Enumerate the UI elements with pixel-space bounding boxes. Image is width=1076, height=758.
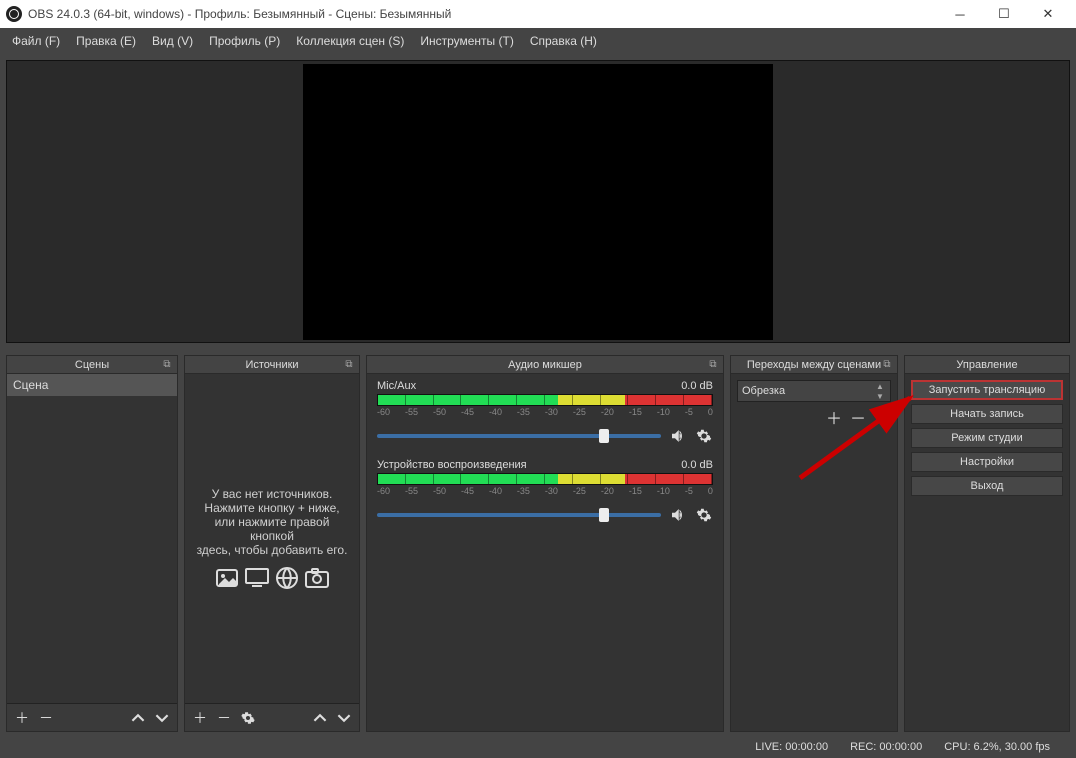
preview-area: [0, 54, 1076, 349]
scenes-popout-icon[interactable]: ⧉: [161, 359, 173, 371]
mixer-ch2-mute-button[interactable]: [669, 506, 687, 524]
sources-empty-line2: Нажмите кнопку + ниже,: [204, 501, 339, 515]
menu-edit[interactable]: Правка (E): [68, 30, 144, 52]
controls-dock: Управление Запустить трансляцию Начать з…: [904, 355, 1070, 732]
transitions-dock-header[interactable]: Переходы между сценами ⧉: [731, 356, 897, 374]
start-streaming-button[interactable]: Запустить трансляцию: [911, 380, 1063, 400]
mixer-dock-title: Аудио микшер: [508, 359, 582, 371]
mixer-ch1-meter: [377, 394, 713, 406]
sources-empty-line3: или нажмите правой кнопкой: [193, 515, 351, 543]
menu-help[interactable]: Справка (H): [522, 30, 605, 52]
status-live: LIVE: 00:00:00: [755, 741, 828, 753]
window-maximize-button[interactable]: ☐: [982, 0, 1026, 28]
sources-dock-body: У вас нет источников. Нажмите кнопку + н…: [185, 374, 359, 731]
controls-dock-header[interactable]: Управление: [905, 356, 1069, 374]
mixer-ch1-scale: -60-55-50-45-40-35-30-25-20-15-10-50: [377, 407, 713, 417]
source-add-button[interactable]: ＋: [191, 709, 209, 727]
sources-toolbar: ＋ －: [185, 703, 359, 731]
mixer-ch2-meter: [377, 473, 713, 485]
settings-button[interactable]: Настройки: [911, 452, 1063, 472]
transition-remove-button[interactable]: －: [849, 408, 867, 426]
source-up-button[interactable]: [311, 709, 329, 727]
window-minimize-button[interactable]: ─: [938, 0, 982, 28]
source-remove-button[interactable]: －: [215, 709, 233, 727]
transitions-toolbar: ＋ －: [737, 408, 891, 426]
transitions-popout-icon[interactable]: ⧉: [881, 359, 893, 371]
mixer-ch1-controls: [377, 427, 713, 445]
sources-dock: Источники ⧉ У вас нет источников. Нажмит…: [184, 355, 360, 732]
sources-empty-state[interactable]: У вас нет источников. Нажмите кнопку + н…: [185, 374, 359, 703]
status-rec: REC: 00:00:00: [850, 741, 922, 753]
menu-scene-collection[interactable]: Коллекция сцен (S): [288, 30, 412, 52]
mixer-ch2-settings-button[interactable]: [695, 506, 713, 524]
menu-tools[interactable]: Инструменты (T): [412, 30, 521, 52]
scenes-dock-header[interactable]: Сцены ⧉: [7, 356, 177, 374]
controls-body: Запустить трансляцию Начать запись Режим…: [905, 374, 1069, 731]
sources-dock-title: Источники: [245, 359, 298, 371]
status-cpu: CPU: 6.2%, 30.00 fps: [944, 741, 1050, 753]
sources-empty-line1: У вас нет источников.: [212, 487, 333, 501]
mixer-ch1-db: 0.0 dB: [681, 380, 713, 392]
scenes-toolbar: ＋ －: [7, 703, 177, 731]
obs-app-icon: [6, 6, 22, 22]
sources-popout-icon[interactable]: ⧉: [343, 359, 355, 371]
scene-add-button[interactable]: ＋: [13, 709, 31, 727]
controls-dock-title: Управление: [956, 359, 1017, 371]
mixer-popout-icon[interactable]: ⧉: [707, 359, 719, 371]
window-close-button[interactable]: ✕: [1026, 0, 1070, 28]
source-down-button[interactable]: [335, 709, 353, 727]
scene-item[interactable]: Сцена: [7, 374, 177, 396]
transitions-dock: Переходы между сценами ⧉ Обрезка ▲▼ ＋ －: [730, 355, 898, 732]
menu-view[interactable]: Вид (V): [144, 30, 201, 52]
sources-empty-line4: здесь, чтобы добавить его.: [197, 543, 348, 557]
scene-down-button[interactable]: [153, 709, 171, 727]
transition-selected-label: Обрезка: [742, 385, 785, 397]
source-properties-button[interactable]: [239, 709, 257, 727]
mixer-ch1-settings-button[interactable]: [695, 427, 713, 445]
mixer-ch1-volume-slider[interactable]: [377, 434, 661, 438]
transition-add-button[interactable]: ＋: [825, 408, 843, 426]
preview-canvas[interactable]: [303, 64, 773, 340]
mixer-channel-desktop: Устройство воспроизведения 0.0 dB -60-55…: [377, 459, 713, 524]
image-source-icon: [214, 565, 240, 591]
mixer-ch2-db: 0.0 dB: [681, 459, 713, 471]
menu-profile[interactable]: Профиль (P): [201, 30, 288, 52]
transition-properties-button[interactable]: [873, 408, 891, 426]
scenes-list[interactable]: Сцена: [7, 374, 177, 703]
mixer-body: Mic/Aux 0.0 dB -60-55-50-45-40-35-30-25-…: [367, 374, 723, 731]
camera-source-icon: [304, 565, 330, 591]
transition-select[interactable]: Обрезка ▲▼: [737, 380, 891, 402]
mixer-ch1-mute-button[interactable]: [669, 427, 687, 445]
scenes-dock-title: Сцены: [75, 359, 109, 371]
main-menubar: Файл (F) Правка (E) Вид (V) Профиль (P) …: [0, 28, 1076, 54]
mixer-channel-mic: Mic/Aux 0.0 dB -60-55-50-45-40-35-30-25-…: [377, 380, 713, 445]
window-titlebar: OBS 24.0.3 (64-bit, windows) - Профиль: …: [0, 0, 1076, 28]
menu-file[interactable]: Файл (F): [4, 30, 68, 52]
scenes-dock-body: Сцена ＋ －: [7, 374, 177, 731]
mixer-dock: Аудио микшер ⧉ Mic/Aux 0.0 dB -60-55-50-…: [366, 355, 724, 732]
mixer-ch1-name: Mic/Aux: [377, 380, 416, 392]
preview-container[interactable]: [6, 60, 1070, 343]
scenes-dock: Сцены ⧉ Сцена ＋ －: [6, 355, 178, 732]
status-bar: LIVE: 00:00:00 REC: 00:00:00 CPU: 6.2%, …: [0, 736, 1076, 758]
mixer-ch2-volume-slider[interactable]: [377, 513, 661, 517]
spinner-icon[interactable]: ▲▼: [872, 381, 888, 401]
source-type-icons: [214, 565, 330, 591]
scene-up-button[interactable]: [129, 709, 147, 727]
docks-row: Сцены ⧉ Сцена ＋ － Источники ⧉ У вас нет …: [0, 355, 1076, 732]
scene-remove-button[interactable]: －: [37, 709, 55, 727]
window-title: OBS 24.0.3 (64-bit, windows) - Профиль: …: [28, 7, 938, 21]
mixer-ch2-name: Устройство воспроизведения: [377, 459, 527, 471]
sources-dock-header[interactable]: Источники ⧉: [185, 356, 359, 374]
studio-mode-button[interactable]: Режим студии: [911, 428, 1063, 448]
start-recording-button[interactable]: Начать запись: [911, 404, 1063, 424]
mixer-ch2-scale: -60-55-50-45-40-35-30-25-20-15-10-50: [377, 486, 713, 496]
mixer-ch2-controls: [377, 506, 713, 524]
globe-source-icon: [274, 565, 300, 591]
transitions-body: Обрезка ▲▼ ＋ －: [731, 374, 897, 731]
exit-button[interactable]: Выход: [911, 476, 1063, 496]
transitions-dock-title: Переходы между сценами: [747, 359, 881, 371]
mixer-dock-header[interactable]: Аудио микшер ⧉: [367, 356, 723, 374]
display-source-icon: [244, 565, 270, 591]
